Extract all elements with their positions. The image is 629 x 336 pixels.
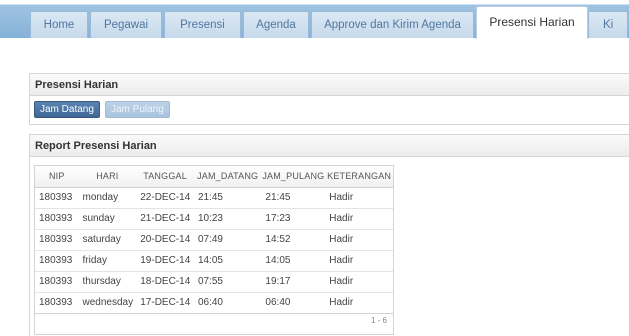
cell-tanggal: 19-DEC-14 <box>136 250 194 272</box>
column-header-keterangan[interactable]: KETERANGAN <box>325 166 393 188</box>
cell-keterangan: Hadir <box>325 187 393 209</box>
cell-jam-pulang: 17:23 <box>261 208 326 230</box>
table-row: 180393 friday 19-DEC-14 14:05 14:05 Hadi… <box>35 250 393 272</box>
column-header-jam-datang[interactable]: JAM_DATANG <box>193 166 262 188</box>
cell-hari: friday <box>78 250 137 272</box>
cell-keterangan: Hadir <box>325 250 393 272</box>
pagination-info: 1 - 6 <box>370 315 387 325</box>
cell-keterangan: Hadir <box>325 229 393 251</box>
nav-tabs: Home Pegawai Presensi Agenda Approve dan… <box>30 6 629 39</box>
cell-keterangan: Hadir <box>325 292 393 314</box>
table-row: 180393 sunday 21-DEC-14 10:23 17:23 Hadi… <box>35 208 393 230</box>
presensi-harian-panel-title: Presensi Harian <box>30 74 629 96</box>
cell-hari: sunday <box>78 208 137 230</box>
tab-presensi-harian[interactable]: Presensi Harian <box>476 6 588 39</box>
cell-hari: saturday <box>78 229 137 251</box>
report-panel-title: Report Presensi Harian <box>30 135 629 157</box>
table-header-row: NIP HARI TANGGAL JAM_DATANG JAM_PULANG K… <box>35 166 393 188</box>
tab-agenda[interactable]: Agenda <box>243 11 309 38</box>
report-presensi-harian-panel: Report Presensi Harian NIP HARI TANGGAL … <box>29 134 629 336</box>
cell-jam-datang: 10:23 <box>193 208 262 230</box>
tab-home[interactable]: Home <box>30 11 88 38</box>
cell-nip: 180393 <box>35 229 79 251</box>
report-body: NIP HARI TANGGAL JAM_DATANG JAM_PULANG K… <box>30 157 629 335</box>
column-header-tanggal[interactable]: TANGGAL <box>136 166 194 188</box>
column-header-nip[interactable]: NIP <box>35 166 79 188</box>
cell-keterangan: Hadir <box>325 271 393 293</box>
tab-pegawai[interactable]: Pegawai <box>90 11 162 38</box>
cell-jam-pulang: 21:45 <box>261 187 326 209</box>
cell-hari: monday <box>78 187 137 209</box>
cell-tanggal: 18-DEC-14 <box>136 271 194 293</box>
cell-tanggal: 21-DEC-14 <box>136 208 194 230</box>
cell-jam-datang: 07:55 <box>193 271 262 293</box>
table-row: 180393 wednesday 17-DEC-14 06:40 06:40 H… <box>35 292 393 314</box>
cell-jam-pulang: 14:52 <box>261 229 326 251</box>
cell-nip: 180393 <box>35 271 79 293</box>
cell-keterangan: Hadir <box>325 208 393 230</box>
tab-presensi[interactable]: Presensi <box>164 11 241 38</box>
cell-tanggal: 20-DEC-14 <box>136 229 194 251</box>
cell-tanggal: 22-DEC-14 <box>136 187 194 209</box>
column-header-jam-pulang[interactable]: JAM_PULANG <box>261 166 326 188</box>
cell-nip: 180393 <box>35 250 79 272</box>
cell-jam-pulang: 06:40 <box>261 292 326 314</box>
top-navigation-bar: Home Pegawai Presensi Agenda Approve dan… <box>0 0 629 39</box>
table-row: 180393 saturday 20-DEC-14 07:49 14:52 Ha… <box>35 229 393 251</box>
table-row: 180393 monday 22-DEC-14 21:45 21:45 Hadi… <box>35 187 393 209</box>
report-table-container: NIP HARI TANGGAL JAM_DATANG JAM_PULANG K… <box>34 165 394 335</box>
column-header-hari[interactable]: HARI <box>78 166 137 188</box>
cell-jam-pulang: 19:17 <box>261 271 326 293</box>
cell-tanggal: 17-DEC-14 <box>136 292 194 314</box>
table-row: 180393 thursday 18-DEC-14 07:55 19:17 Ha… <box>35 271 393 293</box>
tab-next-truncated[interactable]: Ki <box>588 11 628 38</box>
cell-jam-datang: 14:05 <box>193 250 262 272</box>
jam-datang-button[interactable]: Jam Datang <box>34 101 100 118</box>
cell-jam-datang: 06:40 <box>193 292 262 314</box>
report-table: NIP HARI TANGGAL JAM_DATANG JAM_PULANG K… <box>35 166 393 314</box>
cell-nip: 180393 <box>35 292 79 314</box>
cell-jam-datang: 21:45 <box>193 187 262 209</box>
tab-approve-dan-kirim-agenda[interactable]: Approve dan Kirim Agenda <box>311 11 474 38</box>
presensi-button-group: Jam Datang Jam Pulang <box>30 96 629 122</box>
cell-nip: 180393 <box>35 208 79 230</box>
presensi-harian-panel: Presensi Harian Jam Datang Jam Pulang <box>29 73 629 125</box>
jam-pulang-button[interactable]: Jam Pulang <box>104 101 170 118</box>
cell-jam-datang: 07:49 <box>193 229 262 251</box>
cell-jam-pulang: 14:05 <box>261 250 326 272</box>
cell-nip: 180393 <box>35 187 79 209</box>
cell-hari: thursday <box>78 271 137 293</box>
cell-hari: wednesday <box>78 292 137 314</box>
